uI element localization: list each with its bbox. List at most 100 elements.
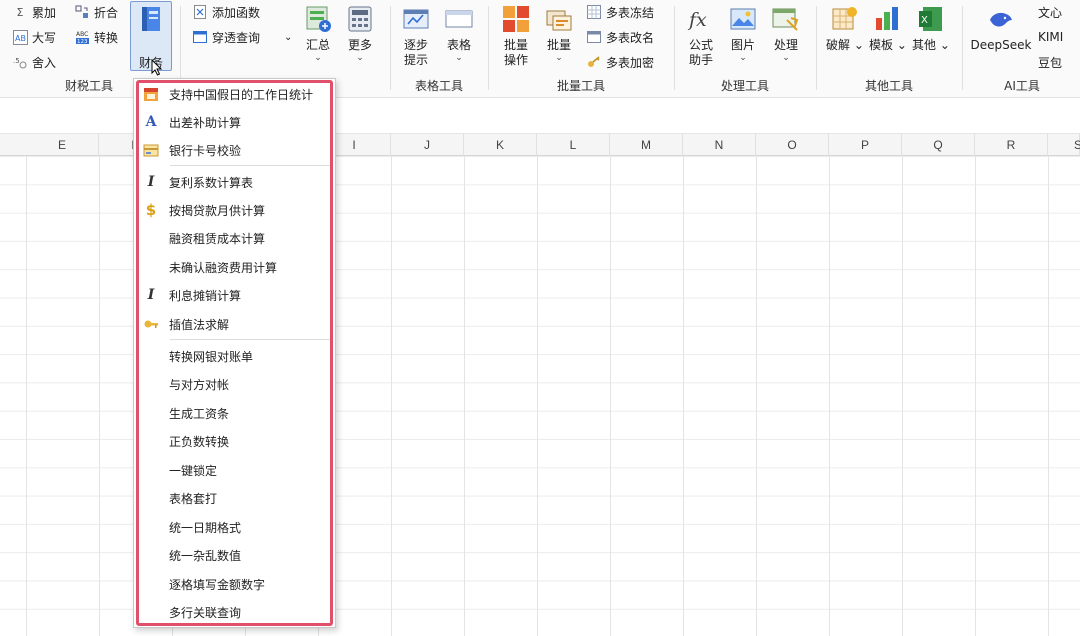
accumulate-label: 累加 (32, 5, 57, 20)
menu-separator (170, 165, 330, 166)
bank-card-icon (142, 141, 160, 159)
multi-sheet-freeze-button[interactable]: 多表冻结 (586, 2, 654, 22)
batch-operation-icon (503, 6, 529, 32)
menu-item-compound-interest[interactable]: I 复利系数计算表 (142, 170, 328, 194)
svg-text:.5: .5 (13, 57, 20, 65)
multi-sheet-rename-button[interactable]: 多表改名 (586, 27, 654, 47)
menu-item-label: 逐格填写金额数字 (169, 577, 266, 592)
chevron-down-icon: ⌄ (555, 53, 563, 63)
accumulate-button[interactable]: Σ 累加 (12, 2, 57, 22)
deepseek-button[interactable]: DeepSeek (970, 4, 1032, 53)
add-function-button[interactable]: 添加函数 (192, 2, 260, 22)
stepwise-hint-button[interactable]: 逐步 提示 (398, 4, 434, 68)
wenxin-button[interactable]: 文心 (1038, 2, 1062, 22)
svg-text:X: X (921, 15, 928, 26)
column-header-m[interactable]: M (610, 134, 683, 156)
penetrate-query-label: 穿透查询 (212, 30, 261, 45)
menu-item-label: 统一日期格式 (169, 520, 242, 535)
column-header-e[interactable]: E (26, 134, 99, 156)
menu-item-label: 未确认融资费用计算 (169, 260, 278, 275)
menu-item-label: 插值法求解 (169, 317, 230, 332)
menu-item-unrecognized-finance-charge[interactable]: 未确认融资费用计算 (142, 255, 328, 279)
column-header-l[interactable]: L (537, 134, 610, 156)
menu-item-unify-date-format[interactable]: 统一日期格式 (142, 515, 328, 539)
svg-text:ABC: ABC (76, 31, 88, 38)
menu-item-payslip[interactable]: 生成工资条 (142, 401, 328, 425)
image-button[interactable]: 图片 ⌄ (726, 4, 760, 63)
menu-item-bank-statement-convert[interactable]: 转换网银对账单 (142, 344, 328, 368)
menu-item-fill-amount-digits[interactable]: 逐格填写金额数字 (142, 572, 328, 596)
multi-sheet-encrypt-label: 多表加密 (606, 55, 655, 70)
process-label: 处理 (773, 38, 798, 52)
menu-item-finance-lease-cost[interactable]: 融资租赁成本计算 (142, 226, 328, 250)
group-other-tools: 破解 ⌄ 模板 ⌄ X 其他 ⌄ 其他工具 (818, 0, 960, 98)
menu-item-workday-stats[interactable]: 支持中国假日的工作日统计 (142, 82, 328, 106)
sigma-icon: Σ (16, 5, 24, 19)
round-button[interactable]: .5 舍入 (12, 52, 56, 72)
summary-button[interactable]: 汇总 ⌄ (302, 4, 334, 63)
menu-item-reconcile-counterparty[interactable]: 与对方对帐 (142, 372, 328, 396)
column-header-o[interactable]: O (756, 134, 829, 156)
kimi-label: KIMI (1038, 30, 1064, 44)
menu-item-label: 统一杂乱数值 (169, 548, 242, 563)
separator (390, 6, 391, 90)
italic-i-icon: I (147, 287, 155, 303)
table-button[interactable]: 表格 ⌄ (442, 4, 476, 63)
batch-operation-button[interactable]: 批量 操作 (498, 4, 534, 68)
menu-item-label: 利息摊销计算 (169, 288, 242, 303)
formula-helper-button[interactable]: fx 公式 助手 (684, 4, 718, 68)
fx-icon: fx (687, 9, 707, 31)
menu-item-interpolation[interactable]: 插值法求解 (142, 312, 328, 336)
multi-sheet-rename-label: 多表改名 (606, 30, 655, 45)
doubao-label: 豆包 (1038, 55, 1063, 70)
column-header-j[interactable]: J (391, 134, 464, 156)
penetrate-query-button[interactable]: 穿透查询 ⌄ (192, 27, 292, 47)
stepwise-label-1: 逐步 (403, 38, 428, 52)
multi-sheet-encrypt-button[interactable]: 多表加密 (586, 52, 654, 72)
uppercase-label: 大写 (32, 30, 57, 45)
menu-item-form-overlay-print[interactable]: 表格套打 (142, 486, 328, 510)
column-header-r[interactable]: R (975, 134, 1048, 156)
group-label-process-tools: 处理工具 (720, 79, 769, 93)
menu-item-mortgage-payment[interactable]: $ 按揭贷款月供计算 (142, 198, 328, 222)
stepwise-label-2: 提示 (403, 53, 428, 67)
column-header-k[interactable]: K (464, 134, 537, 156)
menu-item-interest-amortization[interactable]: I 利息摊销计算 (142, 283, 328, 307)
stepwise-icon (403, 9, 429, 29)
uppercase-button[interactable]: AB 大写 (12, 27, 56, 47)
batch-button[interactable]: 批量 ⌄ (542, 4, 576, 63)
separator (674, 6, 675, 90)
separator (488, 6, 489, 90)
deepseek-whale-icon (990, 12, 1012, 27)
menu-item-multi-row-lookup[interactable]: 多行关联查询 (142, 600, 328, 624)
crack-button[interactable]: 破解 ⌄ (824, 4, 866, 53)
function-doc-icon (192, 4, 208, 20)
separator (962, 6, 963, 90)
fold-convert-button[interactable]: 折合 (74, 2, 118, 22)
batch-operation-label-1: 批量 (503, 38, 528, 52)
column-header-q[interactable]: Q (902, 134, 975, 156)
deepseek-label: DeepSeek (970, 38, 1032, 52)
dollar-icon: $ (145, 201, 157, 219)
menu-item-bank-card-check[interactable]: 银行卡号校验 (142, 138, 328, 162)
more-label: 更多 (347, 38, 372, 52)
kimi-button[interactable]: KIMI (1038, 27, 1063, 47)
menu-item-unify-messy-values[interactable]: 统一杂乱数值 (142, 543, 328, 567)
more-button[interactable]: 更多 ⌄ (342, 4, 378, 63)
menu-item-one-click-lock[interactable]: 一键锁定 (142, 458, 328, 482)
formula-helper-label-1: 公式 (688, 38, 713, 52)
process-button[interactable]: 处理 ⌄ (768, 4, 804, 63)
menu-item-sign-convert[interactable]: 正负数转换 (142, 429, 328, 453)
transform-button[interactable]: ABC 123 转换 (74, 27, 118, 47)
template-icon (876, 7, 898, 30)
ledger-icon (142, 7, 160, 31)
doubao-button[interactable]: 豆包 (1038, 52, 1062, 72)
crack-icon (832, 7, 857, 30)
group-label-ai-tools: AI工具 (1004, 79, 1040, 93)
column-header-p[interactable]: P (829, 134, 902, 156)
template-button[interactable]: 模板 ⌄ (868, 4, 908, 53)
column-header-s[interactable]: S (1048, 134, 1080, 156)
column-header-n[interactable]: N (683, 134, 756, 156)
other-button[interactable]: X 其他 ⌄ (912, 4, 950, 53)
menu-item-travel-allowance[interactable]: A 出差补助计算 (142, 110, 328, 134)
